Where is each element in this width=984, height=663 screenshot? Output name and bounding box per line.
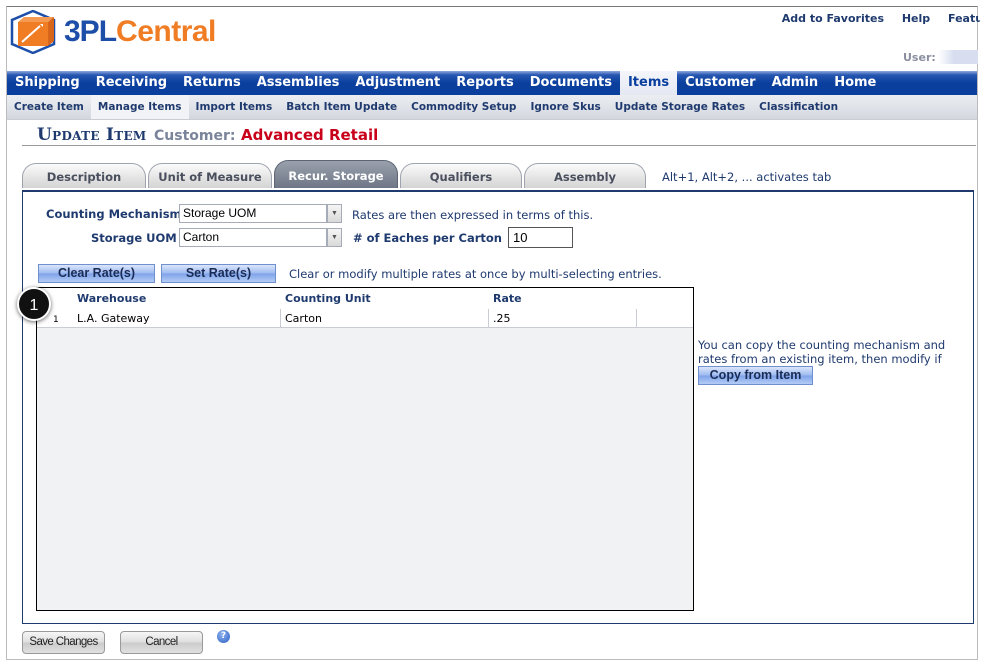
tab-qualifiers[interactable]: Qualifiers [400, 163, 522, 188]
chevron-down-icon[interactable]: ▼ [327, 204, 342, 223]
main-nav: Shipping Receiving Returns Assemblies Ad… [7, 71, 977, 95]
cell-rate[interactable]: .25 [493, 312, 511, 325]
table-row[interactable]: 1 L.A. Gateway Carton .25 [37, 309, 693, 328]
title-divider [22, 145, 976, 146]
clear-rates-button[interactable]: Clear Rate(s) [38, 264, 155, 283]
step-marker-badge: 1 [17, 287, 51, 321]
top-links: Add to Favorites Help Featu [768, 12, 980, 25]
column-divider [280, 309, 281, 327]
nav-receiving[interactable]: Receiving [88, 71, 175, 95]
column-header-counting-unit[interactable]: Counting Unit [285, 292, 371, 305]
page-title: Update Item Customer: Advanced Retail [37, 125, 378, 145]
subnav-create-item[interactable]: Create Item [7, 95, 91, 119]
nav-returns[interactable]: Returns [175, 71, 249, 95]
nav-adjustment[interactable]: Adjustment [347, 71, 448, 95]
subnav-update-storage-rates[interactable]: Update Storage Rates [608, 95, 752, 119]
set-rates-button[interactable]: Set Rate(s) [161, 264, 276, 283]
counting-mechanism-select[interactable]: Storage UOM ▼ [179, 204, 342, 223]
counting-mechanism-hint: Rates are then expressed in terms of thi… [352, 208, 594, 222]
copy-from-item-button[interactable]: Copy from Item [698, 366, 813, 385]
tab-description[interactable]: Description [22, 163, 146, 188]
column-header-rate[interactable]: Rate [493, 292, 522, 305]
nav-assemblies[interactable]: Assemblies [249, 71, 348, 95]
help-icon[interactable]: ? [217, 630, 230, 643]
brand-logo[interactable]: 3PL Central [10, 10, 216, 54]
tab-shortcut-hint: Alt+1, Alt+2, ... activates tab [662, 170, 832, 184]
tab-assembly[interactable]: Assembly [524, 163, 646, 188]
cell-counting-unit[interactable]: Carton [285, 312, 322, 325]
subnav-manage-items[interactable]: Manage Items [90, 95, 189, 119]
user-label: User: [903, 51, 936, 64]
brand-central: Central [116, 15, 216, 48]
nav-items[interactable]: Items [619, 71, 678, 95]
subnav-classification[interactable]: Classification [752, 95, 845, 119]
save-changes-button[interactable]: Save Changes [22, 631, 105, 654]
user-name-redacted [938, 50, 978, 64]
brand-3pl: 3PL [64, 15, 117, 48]
features-link[interactable]: Featu [948, 12, 980, 25]
column-divider [488, 309, 489, 327]
counting-mechanism-value: Storage UOM [183, 206, 257, 220]
eaches-per-carton-input[interactable]: 10 [508, 227, 573, 248]
nav-customer[interactable]: Customer [677, 71, 763, 95]
nav-home[interactable]: Home [826, 71, 884, 95]
nav-admin[interactable]: Admin [764, 71, 827, 95]
storage-uom-value: Carton [183, 230, 220, 244]
help-link[interactable]: Help [902, 12, 930, 25]
column-divider [636, 309, 637, 327]
subnav-import-items[interactable]: Import Items [189, 95, 280, 119]
storage-uom-label: Storage UOM [91, 231, 177, 245]
tab-unit-of-measure[interactable]: Unit of Measure [148, 163, 272, 188]
nav-documents[interactable]: Documents [522, 71, 620, 95]
item-tabs: Description Unit of Measure Recur. Stora… [22, 160, 648, 189]
eaches-per-carton-label: # of Eaches per Carton [353, 231, 502, 245]
nav-shipping[interactable]: Shipping [7, 71, 88, 95]
page-title-text: Update Item [37, 125, 147, 145]
box-logo-icon [10, 10, 56, 54]
nav-reports[interactable]: Reports [448, 71, 521, 95]
rates-grid: Warehouse Counting Unit Rate 1 L.A. Gate… [36, 287, 694, 611]
counting-mechanism-label: Counting Mechanism [46, 207, 182, 221]
add-to-favorites-link[interactable]: Add to Favorites [782, 12, 884, 25]
customer-name: Advanced Retail [241, 126, 379, 144]
tab-recur-storage[interactable]: Recur. Storage [274, 160, 398, 188]
chevron-down-icon[interactable]: ▼ [327, 228, 342, 247]
cancel-button[interactable]: Cancel [120, 631, 203, 654]
grid-header: Warehouse Counting Unit Rate [37, 288, 693, 309]
cell-warehouse[interactable]: L.A. Gateway [77, 312, 150, 325]
storage-uom-select[interactable]: Carton ▼ [179, 228, 342, 247]
row-number: 1 [53, 315, 59, 325]
customer-label: Customer: [154, 128, 236, 144]
subnav-batch-item-update[interactable]: Batch Item Update [279, 95, 404, 119]
subnav-ignore-skus[interactable]: Ignore Skus [523, 95, 607, 119]
column-header-warehouse[interactable]: Warehouse [77, 292, 146, 305]
multi-select-hint: Clear or modify multiple rates at once b… [289, 267, 662, 281]
sub-nav: Create Item Manage Items Import Items Ba… [7, 95, 977, 120]
subnav-commodity-setup[interactable]: Commodity Setup [404, 95, 523, 119]
